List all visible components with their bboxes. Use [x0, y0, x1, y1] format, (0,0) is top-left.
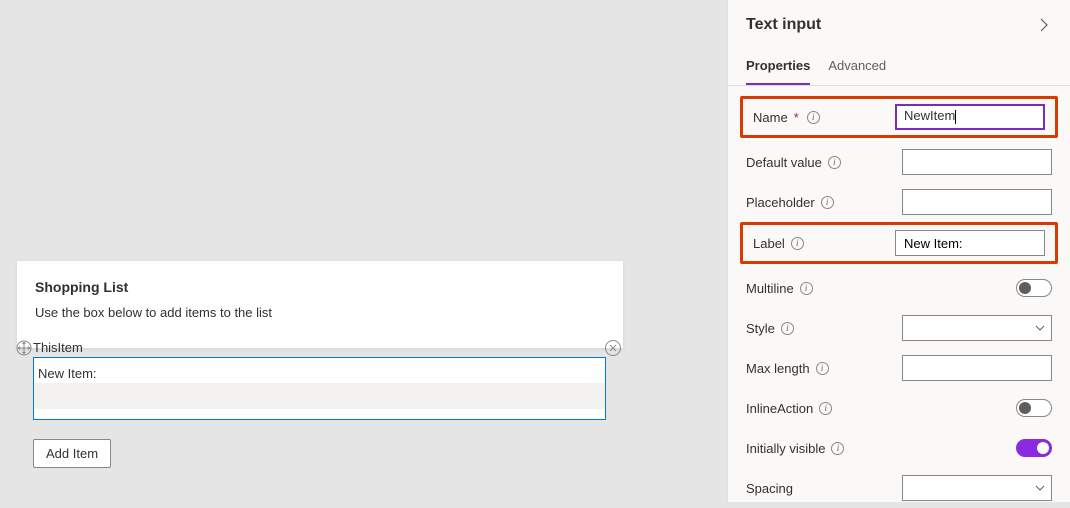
prop-style-select[interactable]	[902, 315, 1052, 341]
new-item-input[interactable]	[34, 383, 605, 409]
move-handle-icon[interactable]	[15, 339, 33, 357]
info-icon[interactable]: i	[831, 442, 844, 455]
highlight-name-row: Name * i NewItem	[740, 96, 1058, 138]
chevron-right-icon[interactable]	[1036, 17, 1052, 33]
add-item-button[interactable]: Add Item	[33, 439, 111, 468]
prop-default-value-input[interactable]	[902, 149, 1052, 175]
info-icon[interactable]: i	[816, 362, 829, 375]
text-input-component[interactable]: New Item:	[33, 357, 606, 420]
prop-placeholder-input[interactable]	[902, 189, 1052, 215]
chevron-down-icon	[1035, 483, 1045, 493]
info-icon[interactable]: i	[800, 282, 813, 295]
property-panel: Text input Properties Advanced Name * i …	[727, 0, 1070, 502]
info-icon[interactable]: i	[819, 402, 832, 415]
prop-inline-action-toggle[interactable]	[1016, 399, 1052, 417]
tab-properties[interactable]: Properties	[746, 50, 810, 85]
canvas: Shopping List Use the box below to add i…	[0, 0, 727, 502]
field-label: New Item:	[34, 358, 605, 383]
tab-advanced[interactable]: Advanced	[828, 50, 886, 85]
card-container: Shopping List Use the box below to add i…	[17, 261, 623, 348]
card-title: Shopping List	[35, 279, 605, 295]
selected-element-name: ThisItem	[33, 340, 83, 355]
highlight-label-row: Label i	[740, 222, 1058, 264]
info-icon[interactable]: i	[781, 322, 794, 335]
prop-name-label: Name	[753, 110, 788, 125]
prop-placeholder-label: Placeholder	[746, 195, 815, 210]
prop-max-length-label: Max length	[746, 361, 810, 376]
prop-inline-action-label: InlineAction	[746, 401, 813, 416]
prop-initially-visible-toggle[interactable]	[1016, 439, 1052, 457]
panel-title: Text input	[746, 16, 821, 34]
prop-label-label: Label	[753, 236, 785, 251]
info-icon[interactable]: i	[791, 237, 804, 250]
prop-initially-visible-label: Initially visible	[746, 441, 825, 456]
prop-default-value-label: Default value	[746, 155, 822, 170]
panel-tabs: Properties Advanced	[728, 50, 1070, 86]
prop-spacing-select[interactable]	[902, 475, 1052, 501]
prop-style-label: Style	[746, 321, 775, 336]
chevron-down-icon	[1035, 323, 1045, 333]
prop-label-input[interactable]	[895, 230, 1045, 256]
info-icon[interactable]: i	[807, 111, 820, 124]
prop-name-input[interactable]: NewItem	[895, 104, 1045, 130]
prop-multiline-toggle[interactable]	[1016, 279, 1052, 297]
prop-spacing-label: Spacing	[746, 481, 793, 496]
required-asterisk: *	[794, 110, 799, 125]
card-subtitle: Use the box below to add items to the li…	[35, 305, 605, 320]
prop-multiline-label: Multiline	[746, 281, 794, 296]
info-icon[interactable]: i	[821, 196, 834, 209]
clear-selection-icon[interactable]	[604, 339, 622, 357]
info-icon[interactable]: i	[828, 156, 841, 169]
prop-max-length-input[interactable]	[902, 355, 1052, 381]
